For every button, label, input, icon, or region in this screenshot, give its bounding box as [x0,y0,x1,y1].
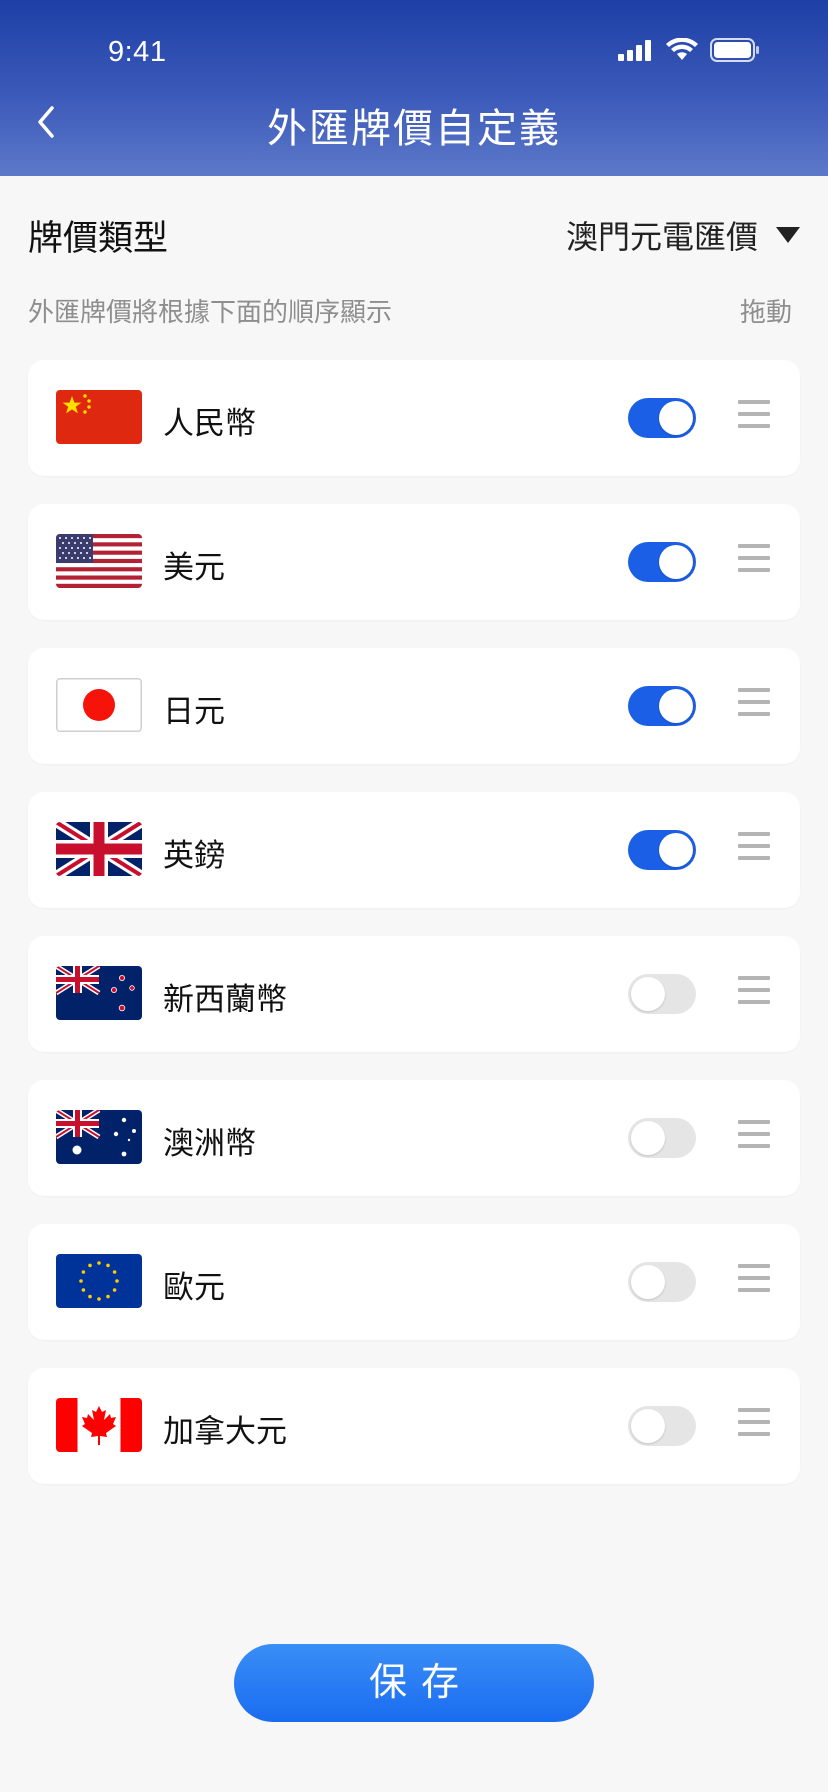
drag-handle-icon[interactable] [738,688,770,718]
toggle-knob [631,1409,665,1443]
toggle-knob [659,689,693,723]
eu-flag-icon [56,1254,142,1308]
drag-handle-icon[interactable] [738,1408,770,1438]
currency-row: 日元 [28,648,800,764]
currency-row: 新西蘭幣 [28,936,800,1052]
order-hint-text: 外匯牌價將根據下面的順序顯示 [28,297,393,327]
currency-toggle[interactable] [628,974,696,1014]
currency-row: 人民幣 [28,360,800,476]
toggle-knob [659,545,693,579]
wifi-icon [666,38,698,60]
drag-handle-icon[interactable] [738,1264,770,1294]
currency-name: 美元 [163,550,225,585]
drag-handle-icon[interactable] [738,832,770,862]
drag-handle-icon[interactable] [738,400,770,430]
currency-row: 澳洲幣 [28,1080,800,1196]
status-time: 9:41 [108,36,167,68]
currency-toggle[interactable] [628,1406,696,1446]
currency-list: 人民幣 美元 日元 英鎊 新西蘭幣 澳洲幣 歐元 加拿大元 [28,360,800,1512]
china-flag-icon [56,390,142,444]
toggle-knob [631,1265,665,1299]
currency-name: 澳洲幣 [163,1126,256,1161]
currency-toggle[interactable] [628,398,696,438]
header-bar: 9:41 外匯牌價自定義 [0,0,828,176]
toggle-knob [631,1121,665,1155]
uk-flag-icon [56,822,142,876]
currency-name: 日元 [163,694,225,729]
drag-handle-icon[interactable] [738,544,770,574]
currency-row: 美元 [28,504,800,620]
currency-name: 加拿大元 [163,1414,287,1449]
toggle-knob [659,401,693,435]
page-title: 外匯牌價自定義 [267,107,561,151]
currency-name: 歐元 [163,1270,225,1305]
signal-icon [618,40,651,61]
drag-handle-icon[interactable] [738,976,770,1006]
japan-flag-icon [56,678,142,732]
currency-toggle[interactable] [628,830,696,870]
rate-type-label: 牌價類型 [28,218,169,258]
australia-flag-icon [56,1110,142,1164]
drag-handle-icon[interactable] [738,1120,770,1150]
new-zealand-flag-icon [56,966,142,1020]
rate-type-row: 牌價類型 澳門元電匯價 [28,210,800,260]
toggle-knob [631,977,665,1011]
currency-toggle[interactable] [628,1118,696,1158]
canada-flag-icon [56,1398,142,1452]
caret-down-icon [776,227,800,243]
currency-toggle[interactable] [628,542,696,582]
save-button[interactable]: 保存 [234,1644,594,1722]
currency-row: 英鎊 [28,792,800,908]
toggle-knob [659,833,693,867]
currency-name: 新西蘭幣 [163,982,287,1017]
drag-hint-label: 拖動 [739,297,792,327]
battery-icon [710,38,759,62]
currency-name: 英鎊 [163,838,225,873]
currency-row: 加拿大元 [28,1368,800,1484]
currency-name: 人民幣 [163,406,256,441]
rate-type-dropdown[interactable]: 澳門元電匯價 [566,212,800,258]
rate-type-value: 澳門元電匯價 [565,219,758,255]
hint-row: 外匯牌價將根據下面的順序顯示 拖動 [28,292,792,329]
currency-toggle[interactable] [628,686,696,726]
usa-flag-icon [56,534,142,588]
currency-row: 歐元 [28,1224,800,1340]
currency-toggle[interactable] [628,1262,696,1302]
status-icons [618,38,760,62]
